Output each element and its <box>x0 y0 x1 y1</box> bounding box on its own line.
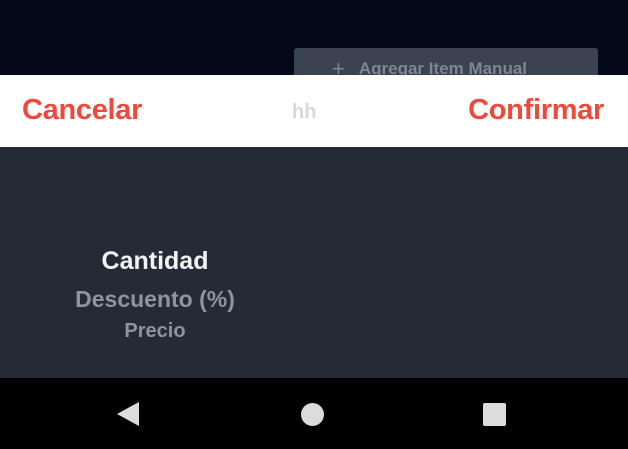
picker-option-precio[interactable]: Precio <box>0 320 310 343</box>
option-picker-wheel[interactable]: Cantidad Descuento (%) Precio <box>0 147 310 378</box>
picker-option-descuento[interactable]: Descuento (%) <box>0 286 310 313</box>
home-circle-icon[interactable] <box>301 403 324 426</box>
confirm-button[interactable]: Confirmar <box>468 92 604 128</box>
picker-toolbar: Cancelar hh Confirmar <box>0 75 628 147</box>
picker-option-cantidad[interactable]: Cantidad <box>0 247 310 276</box>
back-triangle-icon[interactable] <box>117 402 139 426</box>
recents-square-icon[interactable] <box>483 403 506 426</box>
cancel-button[interactable]: Cancelar <box>22 92 142 128</box>
system-navigation-bar <box>0 378 628 449</box>
picker-title: hh <box>292 101 317 123</box>
